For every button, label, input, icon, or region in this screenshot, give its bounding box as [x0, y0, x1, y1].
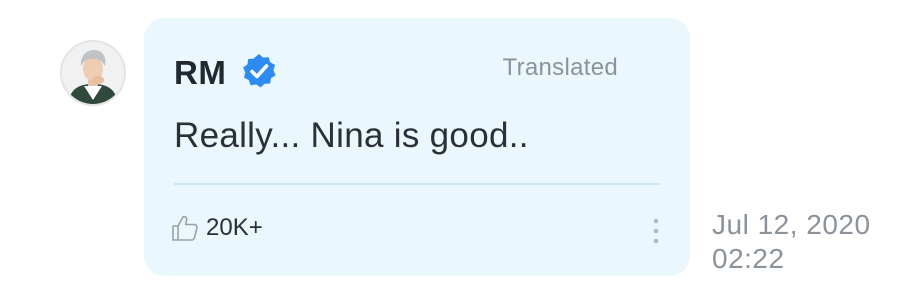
verified-badge-icon — [240, 52, 278, 90]
author-name[interactable]: RM — [174, 54, 226, 92]
like-button[interactable]: 20K+ — [170, 213, 263, 243]
avatar[interactable] — [60, 40, 126, 106]
avatar-image — [62, 42, 124, 104]
timestamp: Jul 12, 2020 02:22 — [712, 208, 871, 276]
translated-label: Translated — [502, 54, 618, 81]
comment-text: Really... Nina is good.. — [174, 116, 529, 155]
timestamp-time: 02:22 — [712, 243, 785, 274]
divider — [174, 183, 659, 185]
comment-thread: RM Translated Really... Nina is good.. 2… — [0, 0, 906, 301]
timestamp-date: Jul 12, 2020 — [712, 209, 871, 240]
like-count: 20K+ — [206, 214, 263, 241]
more-vertical-icon[interactable] — [648, 216, 664, 248]
comment-card: RM Translated Really... Nina is good.. 2… — [144, 18, 690, 276]
thumbs-up-icon — [170, 213, 200, 243]
